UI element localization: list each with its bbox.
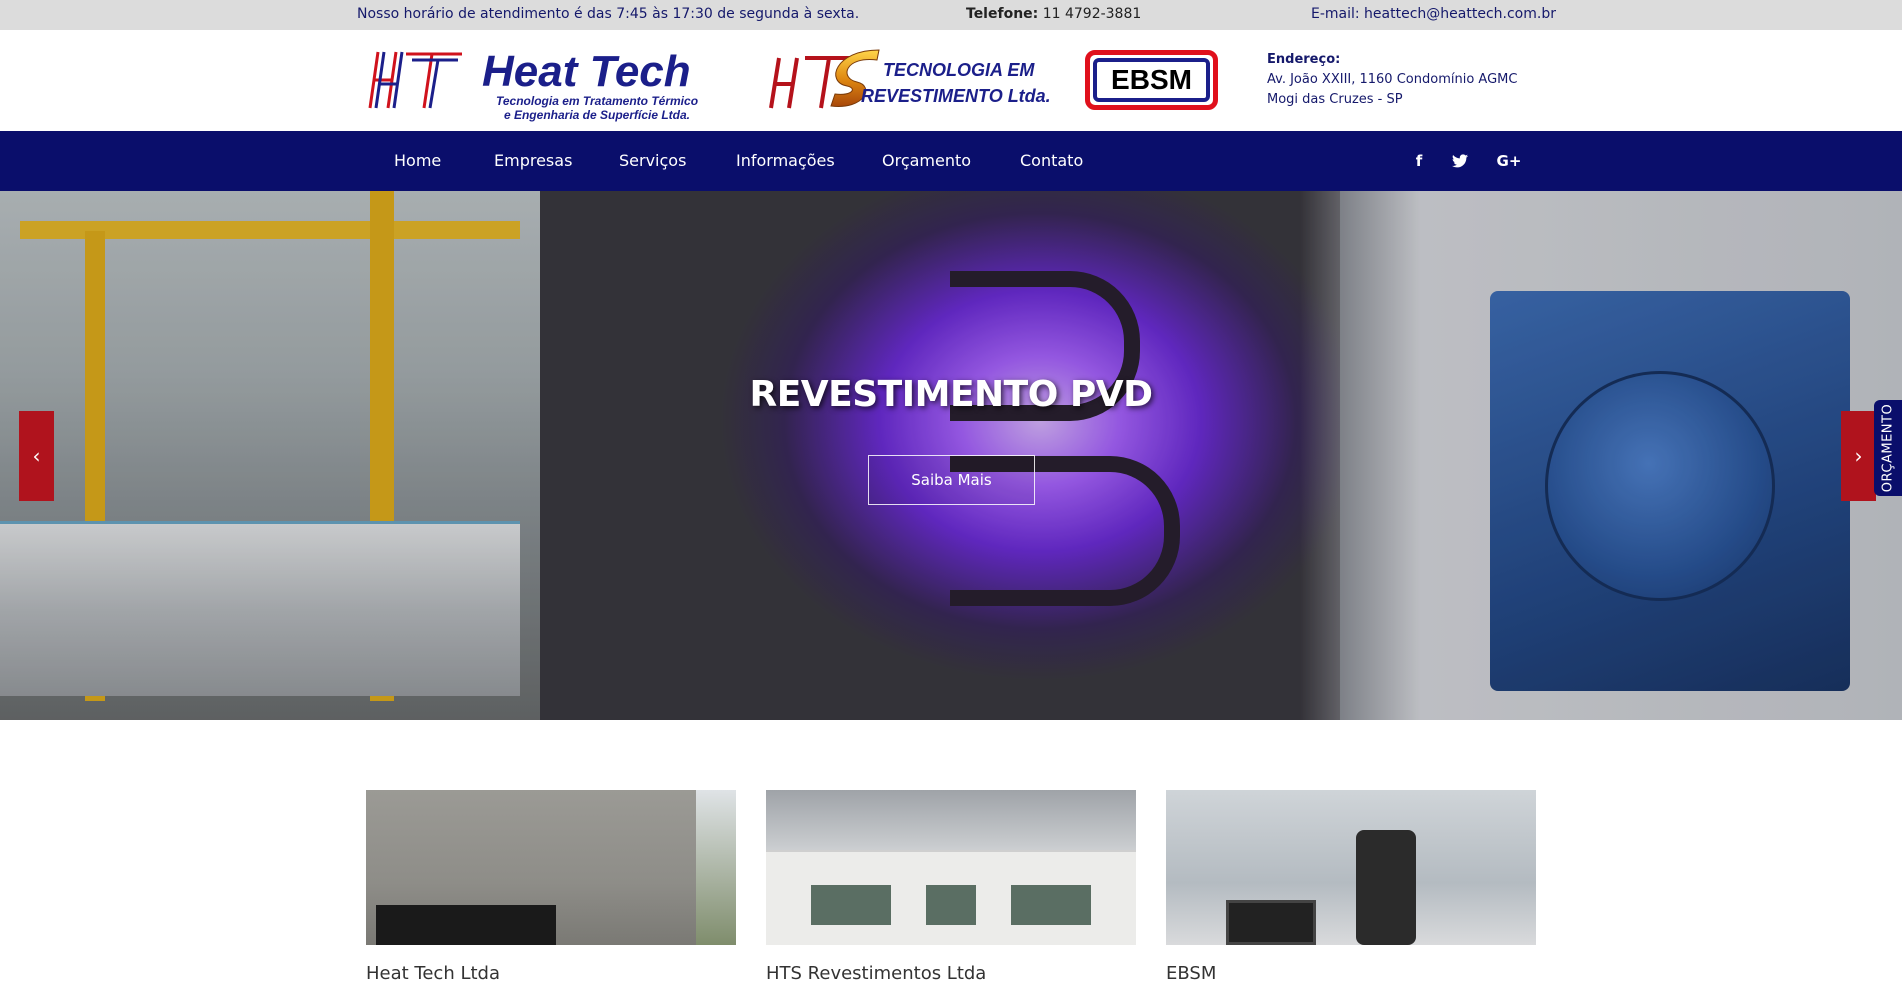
facebook-icon[interactable]: f (1407, 149, 1431, 173)
hts-logo-line1: TECNOLOGIA EM (883, 60, 1035, 80)
address-label: Endereço: (1267, 52, 1341, 67)
side-tab-label: ORÇAMENTO (1880, 403, 1896, 493)
address-line-2: Mogi das Cruzes - SP (1267, 92, 1403, 107)
ht-logo-mark-icon (368, 51, 462, 109)
image-detail (811, 885, 891, 925)
heattech-tagline-line2: e Engenharia de Superfície Ltda. (503, 108, 691, 122)
heattech-logo-name: Heat Tech (482, 47, 691, 96)
top-info-bar: Nosso horário de atendimento é das 7:45 … (0, 0, 1902, 30)
company-card-hts[interactable]: HTS Revestimentos Ltda (766, 790, 1136, 984)
ebsm-logo-text: EBSM (1093, 58, 1210, 102)
company-card-image[interactable] (366, 790, 736, 945)
image-detail (696, 790, 736, 945)
heattech-logo-tagline: Tecnologia em Tratamento Térmico e Engen… (482, 94, 712, 122)
company-card-ebsm[interactable]: EBSM (1166, 790, 1536, 984)
company-card-heattech[interactable]: Heat Tech Ltda (366, 790, 736, 984)
orcamento-side-tab[interactable]: ORÇAMENTO (1874, 400, 1902, 496)
phone-label: Telefone: (966, 6, 1039, 22)
main-nav: Home Empresas Serviços Informações Orçam… (0, 131, 1902, 191)
slider-next-button[interactable]: › (1841, 411, 1876, 501)
nav-item-servicos[interactable]: Serviços (619, 151, 686, 170)
company-card-image[interactable] (1166, 790, 1536, 945)
company-card-caption[interactable]: EBSM (1166, 963, 1536, 984)
nav-item-orcamento[interactable]: Orçamento (882, 151, 971, 170)
email-link[interactable]: E-mail: heattech@heattech.com.br (1311, 6, 1556, 22)
nav-item-informacoes[interactable]: Informações (736, 151, 835, 170)
heattech-tagline-line1: Tecnologia em Tratamento Térmico (495, 94, 699, 108)
hts-logo-line2: REVESTIMENTO Ltda. (861, 86, 1051, 106)
chevron-right-icon: › (1854, 444, 1863, 468)
company-card-image[interactable] (766, 790, 1136, 945)
slider-prev-button[interactable]: ‹ (19, 411, 54, 501)
image-detail (1356, 830, 1416, 945)
image-detail (1226, 900, 1316, 945)
address-line-1: Av. João XXIII, 1160 Condomínio AGMC (1267, 72, 1518, 87)
company-card-caption[interactable]: HTS Revestimentos Ltda (766, 963, 1136, 984)
address-block: Endereço: Av. João XXIII, 1160 Condomíni… (1267, 50, 1517, 110)
ebsm-logo[interactable]: EBSM (1085, 50, 1218, 110)
twitter-icon[interactable] (1448, 149, 1472, 173)
company-card-caption[interactable]: Heat Tech Ltda (366, 963, 736, 984)
hero-slider: REVESTIMENTO PVD Saiba Mais ‹ › (0, 191, 1902, 720)
chevron-left-icon: ‹ (32, 444, 41, 468)
nav-item-contato[interactable]: Contato (1020, 151, 1083, 170)
image-detail (376, 905, 556, 945)
google-plus-icon[interactable]: G+ (1494, 149, 1524, 173)
image-detail (1011, 885, 1091, 925)
site-header: Heat Tech Tecnologia em Tratamento Térmi… (0, 30, 1902, 131)
saiba-mais-button[interactable]: Saiba Mais (868, 455, 1035, 505)
hero-title: REVESTIMENTO PVD (749, 374, 1153, 415)
hts-logo[interactable]: TECNOLOGIA EM REVESTIMENTO Ltda. (765, 48, 1051, 114)
phone-number[interactable]: 11 4792-3881 (1043, 6, 1142, 22)
heattech-logo[interactable]: Heat Tech Tecnologia em Tratamento Térmi… (366, 42, 716, 122)
phone-info: Telefone: 11 4792-3881 (966, 6, 1141, 22)
business-hours-text: Nosso horário de atendimento é das 7:45 … (357, 6, 860, 22)
nav-item-home[interactable]: Home (394, 151, 441, 170)
nav-item-empresas[interactable]: Empresas (494, 151, 572, 170)
image-detail (926, 885, 976, 925)
